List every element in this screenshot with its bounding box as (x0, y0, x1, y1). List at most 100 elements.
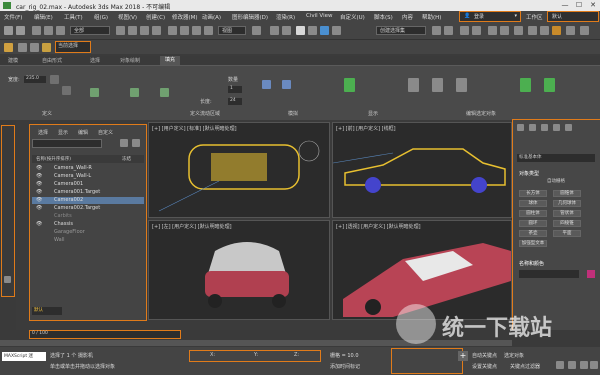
menu-file[interactable]: 文件(F) (4, 13, 22, 21)
link-icon[interactable] (32, 26, 41, 35)
frozen-column-header[interactable]: 冻结 (122, 156, 131, 162)
snaps-toggle-icon[interactable] (296, 26, 305, 35)
maxscript-listener[interactable]: MAXScript 迷 (2, 352, 46, 361)
render-production-icon[interactable] (552, 26, 561, 35)
object-color-swatch[interactable] (587, 270, 595, 278)
menu-graph-editors[interactable]: 图形编辑器(D) (232, 13, 268, 21)
mirror-icon[interactable] (432, 26, 441, 35)
orbit-icon[interactable] (580, 361, 588, 369)
unlink-icon[interactable] (44, 26, 53, 35)
selected-filter[interactable]: 选定对象 (504, 352, 524, 359)
create-layer-icon[interactable] (18, 43, 27, 52)
motion-tab-icon[interactable] (553, 124, 560, 131)
selection-set-select[interactable]: 当前选择 (55, 41, 91, 53)
undo-icon[interactable] (4, 26, 13, 35)
a360-icon[interactable] (580, 26, 589, 35)
display-character-icon[interactable] (344, 78, 355, 92)
track-bar[interactable] (0, 340, 512, 346)
menu-modifiers[interactable]: 修改器(M) (172, 13, 198, 21)
create-idle-area-icon[interactable] (62, 86, 71, 95)
object-name-field[interactable] (519, 270, 579, 278)
people-icon[interactable] (90, 88, 99, 97)
rectangular-selection-icon[interactable] (140, 26, 149, 35)
render-setup-icon[interactable] (528, 26, 537, 35)
explorer-tab-edit[interactable]: 编辑 (78, 129, 88, 136)
expand-icon[interactable] (4, 276, 11, 283)
menu-customize[interactable]: 自定义(U) (340, 13, 365, 21)
tab-freeform[interactable]: 自由形式 (42, 57, 62, 64)
layer-icon[interactable] (4, 43, 13, 52)
tab-selection[interactable]: 选择 (90, 57, 100, 64)
user-signin[interactable]: 👤 登录 ▾ (459, 11, 521, 22)
render-online-icon[interactable] (566, 26, 575, 35)
menu-content[interactable]: 内容 (402, 13, 413, 21)
randomize-icon[interactable] (432, 78, 443, 92)
add-people-icon[interactable] (130, 88, 139, 97)
curve-editor-icon[interactable] (488, 26, 497, 35)
edit-character-icon[interactable] (544, 78, 555, 92)
maximize-button[interactable]: ☐ (572, 0, 586, 11)
align-icon[interactable] (444, 26, 453, 35)
sphere-button[interactable]: 球体 (519, 200, 547, 207)
rotate-icon[interactable] (180, 26, 189, 35)
window-crossing-icon[interactable] (152, 26, 161, 35)
name-column-header[interactable]: 名称(按升序排序) (36, 156, 71, 162)
menu-scripting[interactable]: 脚本(S) (374, 13, 393, 21)
viewport-top[interactable]: [+] [用户定义] [标准] [默认明暗处理] (148, 122, 330, 218)
scale-icon[interactable] (192, 26, 201, 35)
pan-icon[interactable] (568, 361, 576, 369)
width-field[interactable]: 235.0 (24, 76, 46, 83)
menu-edit[interactable]: 编辑(E) (34, 13, 53, 21)
list-item-selected[interactable]: 👁 Camera002 (32, 197, 144, 204)
teapot-button[interactable]: 茶壶 (519, 230, 547, 237)
menu-create[interactable]: 创建(C) (146, 13, 165, 21)
pivot-center-icon[interactable] (252, 26, 261, 35)
regenerate-icon[interactable] (408, 78, 419, 92)
selection-filter-select[interactable]: 全部 (70, 26, 110, 35)
select-layer-icon[interactable] (42, 43, 51, 52)
menu-view[interactable]: 视图(V) (118, 13, 137, 21)
percent-snap-icon[interactable] (320, 26, 329, 35)
eye-icon[interactable]: 👁 (36, 197, 42, 203)
keyboard-shortcut-icon[interactable] (282, 26, 291, 35)
eye-icon[interactable]: 👁 (36, 221, 42, 227)
tube-button[interactable]: 管状体 (553, 210, 581, 217)
eye-icon[interactable]: 👁 (36, 173, 42, 179)
cylinder-button[interactable]: 圆柱体 (519, 210, 547, 217)
key-filters-button[interactable]: 关键点过滤器 (510, 363, 540, 370)
cone-button[interactable]: 圆锥体 (553, 190, 581, 197)
select-manipulate-icon[interactable] (270, 26, 279, 35)
zoom-icon[interactable] (556, 361, 564, 369)
add-icon[interactable]: + (458, 351, 468, 361)
list-item[interactable]: Carbits (32, 213, 144, 220)
add-time-tag[interactable]: 添加时间标记 (330, 363, 360, 370)
eye-icon[interactable]: 👁 (36, 189, 42, 195)
tab-modeling[interactable]: 建模 (8, 57, 18, 64)
maximize-viewport-icon[interactable] (590, 361, 598, 369)
list-item[interactable]: Wall (32, 237, 144, 244)
length-field[interactable]: 24 (228, 98, 242, 105)
select-character-icon[interactable] (520, 78, 531, 92)
tab-object-paint[interactable]: 对象绘制 (120, 57, 140, 64)
menu-rendering[interactable]: 渲染(R) (276, 13, 295, 21)
geosphere-button[interactable]: 几何球体 (553, 200, 581, 207)
select-object-icon[interactable] (116, 26, 125, 35)
menu-animation[interactable]: 动画(A) (202, 13, 221, 21)
playback-controls[interactable] (391, 348, 463, 374)
workspace-select[interactable]: 默认 (547, 11, 599, 22)
time-slider[interactable]: 0 / 100 (29, 330, 181, 339)
simulate-icon[interactable] (262, 80, 271, 89)
plane-button[interactable]: 平面 (553, 230, 581, 237)
create-flow-icon[interactable] (50, 75, 59, 84)
select-by-name-icon[interactable] (128, 26, 137, 35)
list-item[interactable]: 👁 Camera001.Target (32, 189, 144, 196)
name-color-rollout[interactable]: 名称和颜色 (519, 260, 544, 267)
explorer-tab-customize[interactable]: 自定义 (98, 129, 113, 136)
hierarchy-tab-icon[interactable] (541, 124, 548, 131)
schematic-view-icon[interactable] (500, 26, 509, 35)
funnel-icon[interactable] (132, 139, 140, 147)
minimize-button[interactable]: — (558, 0, 572, 11)
viewport-layout-tabs[interactable] (1, 125, 15, 297)
count-field[interactable]: 1 (228, 86, 242, 93)
textplus-button[interactable]: 加强型文本 (519, 240, 547, 247)
